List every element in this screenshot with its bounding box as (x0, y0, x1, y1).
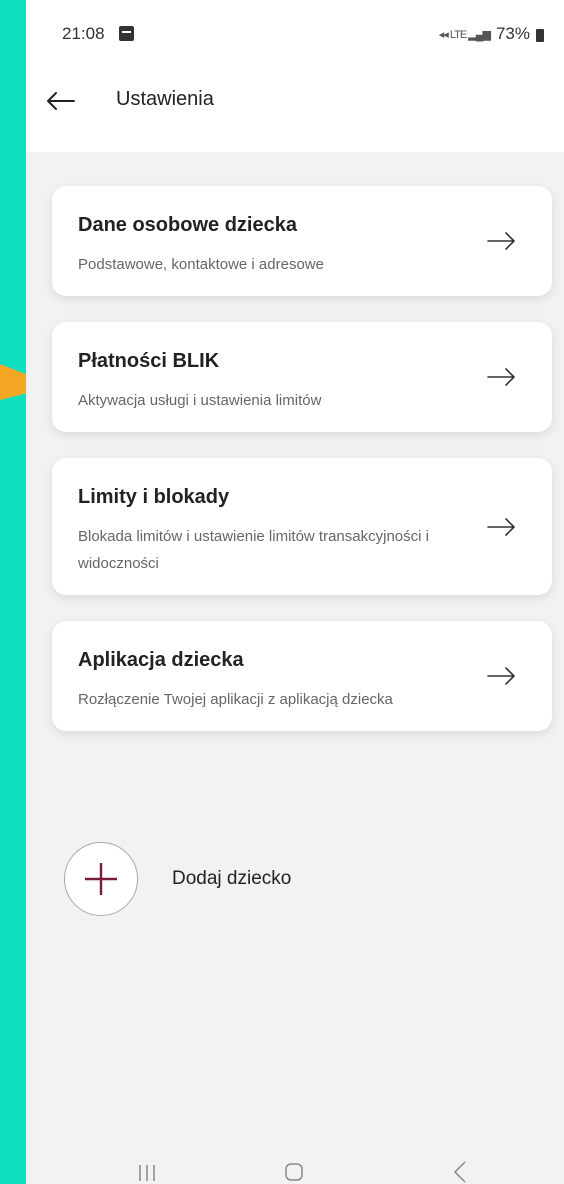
back-arrow-icon[interactable] (44, 84, 78, 118)
card-subtitle: Aktywacja usługi i ustawienia limitów (78, 392, 322, 409)
add-child-button[interactable]: Dodaj dziecko (64, 842, 364, 916)
add-child-label: Dodaj dziecko (172, 868, 292, 889)
nav-back-icon[interactable] (450, 1160, 470, 1184)
card-title: Płatności BLIK (78, 350, 220, 372)
right-arrow-icon (487, 517, 515, 536)
card-blik-payments[interactable]: Płatności BLIK Aktywacja usługi i ustawi… (52, 322, 552, 432)
status-time: 21:08 (62, 24, 105, 43)
status-bar: 21:08 ◂◂ LTE ▂▄▆ 73% (26, 22, 564, 54)
app-bar: Ustawienia (26, 78, 564, 126)
card-title: Dane osobowe dziecka (78, 214, 297, 236)
phone-screen: 21:08 ◂◂ LTE ▂▄▆ 73% Ustawienia Dane oso… (26, 0, 564, 1184)
card-limits-blocks[interactable]: Limity i blokady Blokada limitów i ustaw… (52, 458, 552, 595)
battery-icon (536, 28, 544, 42)
plus-icon (85, 863, 117, 895)
battery-level: 73% (495, 24, 530, 43)
page-title: Ustawienia (116, 88, 214, 110)
system-nav-bar (26, 1150, 564, 1184)
recent-apps-icon[interactable] (136, 1164, 158, 1182)
card-child-app[interactable]: Aplikacja dziecka Rozłączenie Twojej apl… (52, 621, 552, 731)
card-personal-data[interactable]: Dane osobowe dziecka Podstawowe, kontakt… (52, 186, 552, 296)
right-arrow-icon (487, 368, 515, 386)
card-subtitle: Blokada limitów i ustawienie limitów tra… (78, 528, 429, 572)
right-arrow-icon (487, 232, 515, 250)
card-subtitle: Podstawowe, kontaktowe i adresowe (78, 256, 324, 273)
add-circle (64, 842, 138, 916)
home-icon[interactable] (284, 1162, 304, 1182)
card-subtitle: Rozłączenie Twojej aplikacji z aplikacją… (78, 691, 393, 708)
status-right: ◂◂ LTE ▂▄▆ 73% (439, 24, 544, 44)
right-arrow-icon (487, 667, 515, 685)
notification-icon (119, 26, 134, 41)
signal-icon: ◂◂ LTE ▂▄▆ (438, 28, 491, 41)
card-title: Aplikacja dziecka (78, 649, 244, 671)
settings-list: Dane osobowe dziecka Podstawowe, kontakt… (52, 186, 552, 757)
top-bar: 21:08 ◂◂ LTE ▂▄▆ 73% Ustawienia (26, 0, 564, 152)
card-title: Limity i blokady (78, 486, 230, 508)
